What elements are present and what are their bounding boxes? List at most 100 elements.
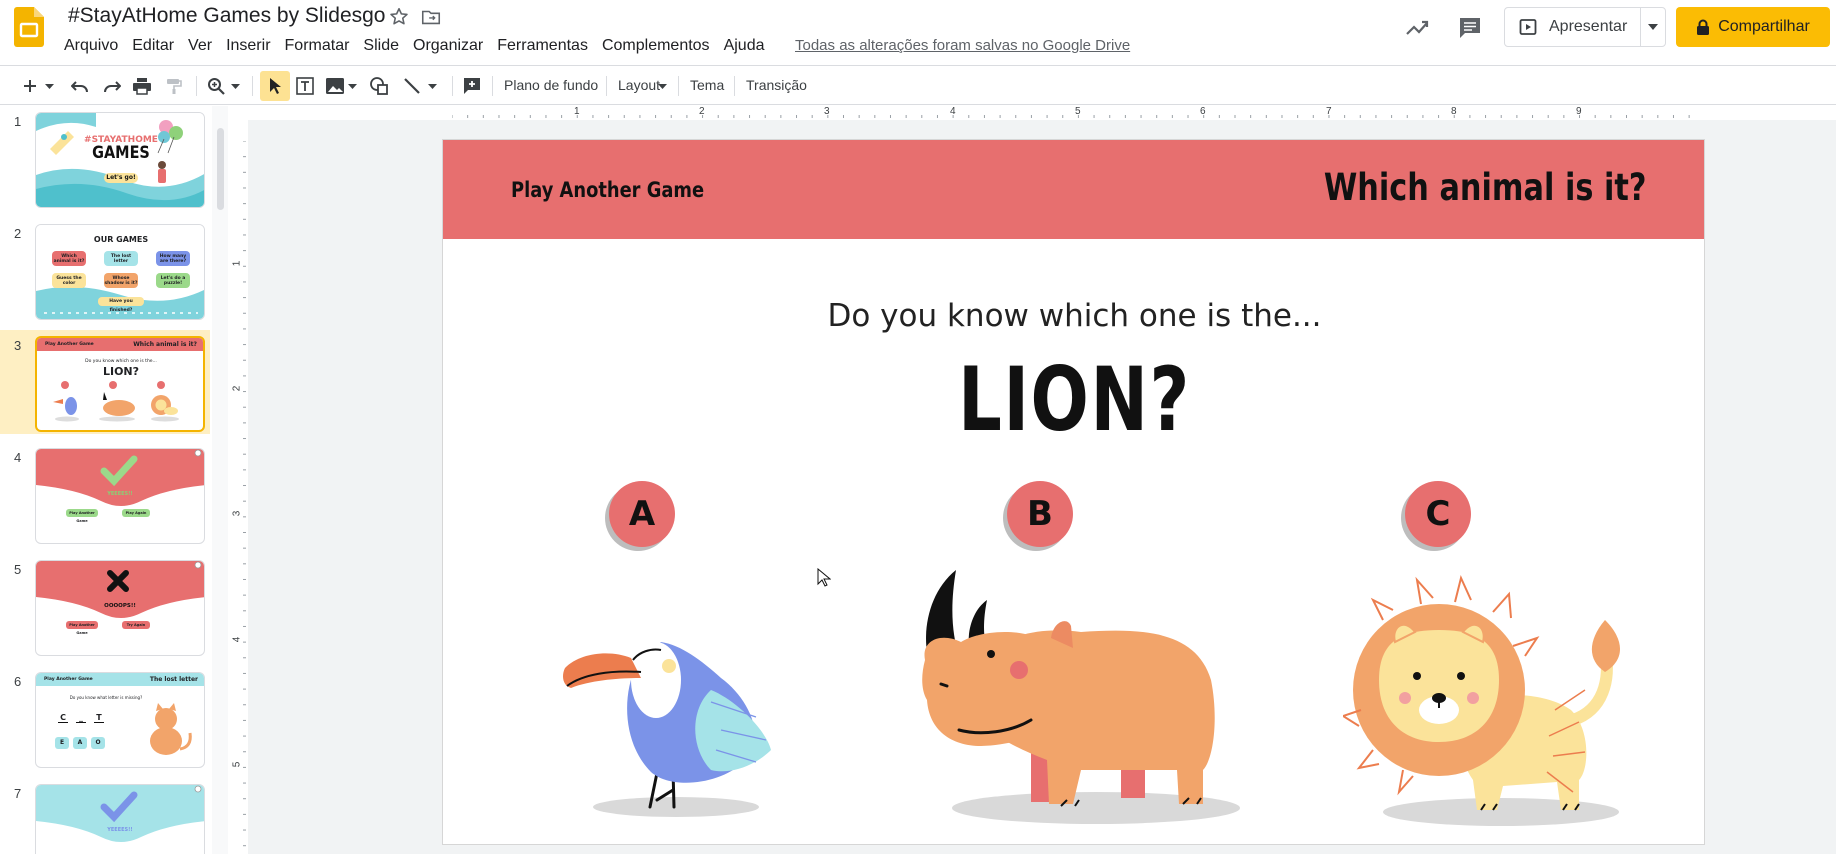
rhino-image[interactable] (921, 570, 1251, 830)
line-icon[interactable] (400, 74, 424, 98)
transition-button[interactable]: Transição (746, 77, 807, 93)
paint-format-icon[interactable] (162, 74, 186, 98)
theme-button[interactable]: Tema (690, 77, 724, 93)
print-icon[interactable] (130, 74, 154, 98)
thumb-cat (150, 703, 192, 755)
add-comment-icon[interactable] (460, 74, 484, 98)
layout-dropdown-icon[interactable] (656, 74, 668, 98)
chevron-down-icon (1648, 24, 1659, 30)
vertical-ruler[interactable] (234, 141, 248, 854)
thumb-menu-item: Guess the color (52, 273, 86, 288)
new-slide-dropdown-icon[interactable] (42, 74, 56, 98)
share-button[interactable]: Compartilhar (1676, 7, 1830, 47)
shape-icon[interactable] (367, 74, 391, 98)
slides-logo-icon[interactable] (14, 7, 44, 47)
save-status-link[interactable]: Todas as alterações foram salvas no Goog… (795, 37, 1130, 54)
question-text[interactable]: Do you know which one is the... (443, 298, 1704, 334)
menu-ver[interactable]: Ver (181, 35, 219, 57)
lion-image[interactable] (1343, 560, 1653, 830)
slide-thumbnail[interactable]: OOOOPS!! Play Another Game Try Again (35, 560, 205, 656)
undo-icon[interactable] (68, 74, 92, 98)
toolbar-divider (252, 76, 253, 96)
present-label: Apresentar (1549, 18, 1628, 35)
current-slide[interactable]: Play Another Game Which animal is it? Do… (442, 139, 1705, 845)
toolbar-divider (606, 76, 607, 96)
share-label: Compartilhar (1718, 18, 1810, 35)
slide-number: 3 (14, 338, 22, 353)
image-dropdown-icon[interactable] (345, 74, 359, 98)
toolbar-divider (678, 76, 679, 96)
image-icon[interactable] (323, 74, 347, 98)
filmstrip-slide-4[interactable]: 4 YEEEES!! Play Another Game Play Again (0, 442, 210, 546)
zoom-dropdown-icon[interactable] (228, 74, 242, 98)
thumb-result-text: OOOOPS!! (104, 603, 136, 609)
text-box-icon[interactable] (293, 74, 317, 98)
present-button[interactable]: Apresentar (1504, 7, 1666, 47)
filmstrip-slide-1[interactable]: 1 #STAYATHOME GAMES Let's go! (0, 106, 210, 210)
ruler-number: 6 (1200, 106, 1206, 117)
slide-thumbnail[interactable]: Play Another Game The lost letter Do you… (35, 672, 205, 768)
mouse-cursor-icon (817, 568, 831, 587)
present-icon (1519, 19, 1537, 35)
option-b-badge[interactable]: B (1003, 481, 1073, 551)
layout-button[interactable]: Layout (618, 77, 660, 93)
slide-number: 2 (14, 226, 22, 241)
select-arrow-icon[interactable] (263, 74, 287, 98)
present-main[interactable]: Apresentar (1505, 8, 1642, 46)
play-another-game-link[interactable]: Play Another Game (511, 178, 704, 202)
menu-arquivo[interactable]: Arquivo (57, 35, 125, 57)
filmstrip-scrollbar-thumb[interactable] (217, 128, 224, 210)
redo-icon[interactable] (100, 74, 124, 98)
thumb-start-button: Let's go! (104, 173, 138, 183)
ruler-number: 4 (950, 106, 956, 117)
toucan-image[interactable] (561, 590, 791, 820)
filmstrip-slide-2[interactable]: 2 OUR GAMES Which animal is it? The lost… (0, 218, 210, 322)
slides-editor: #StayAtHome Games by Slidesgo Arquivo Ed… (0, 0, 1836, 854)
activity-trend-icon[interactable] (1403, 14, 1431, 42)
menu-ferramentas[interactable]: Ferramentas (490, 35, 595, 57)
menu-editar[interactable]: Editar (125, 35, 181, 57)
slide-thumbnail[interactable]: OUR GAMES Which animal is it? The lost l… (35, 224, 205, 320)
ruler-number: 8 (1451, 106, 1457, 117)
star-icon[interactable] (388, 6, 410, 28)
toolbar-divider (452, 76, 453, 96)
slide-thumbnail[interactable]: YEEEES!! Play Another Game Play Again (35, 448, 205, 544)
line-dropdown-icon[interactable] (425, 74, 439, 98)
option-b-label: B (1007, 481, 1073, 547)
ruler-number: 3 (231, 510, 243, 517)
menu-ajuda[interactable]: Ajuda (717, 35, 772, 57)
slide-thumbnail-active[interactable]: Play Another Game Which animal is it? Do… (35, 336, 205, 432)
thumb-menu-item: The lost letter (104, 251, 138, 266)
toolbar: Plano de fundo Layout Tema Transição (0, 65, 1836, 105)
filmstrip-slide-6[interactable]: 6 Play Another Game The lost letter Do y… (0, 666, 210, 770)
menu-formatar[interactable]: Formatar (278, 35, 357, 57)
menu-organizar[interactable]: Organizar (406, 35, 490, 57)
filmstrip-slide-5[interactable]: 5 OOOOPS!! Play Another Game Try Again (0, 554, 210, 658)
slide-title[interactable]: Which animal is it? (1323, 166, 1646, 209)
option-c-badge[interactable]: C (1401, 481, 1471, 551)
slide-thumbnail[interactable]: YEEEES!! (35, 784, 205, 854)
menu-slide[interactable]: Slide (356, 35, 406, 57)
thumb-button: Try Again (122, 621, 150, 629)
comments-icon[interactable] (1456, 14, 1484, 42)
slide-thumbnail[interactable]: #STAYATHOME GAMES Let's go! (35, 112, 205, 208)
slide-filmstrip: 1 #STAYATHOME GAMES Let's go! 2 OUR GAME… (0, 106, 230, 854)
slide-number: 6 (14, 674, 22, 689)
thumb-menu-item: Whose shadow is it? (104, 273, 138, 288)
thumb-menu-item: Let's do a puzzle! (156, 273, 190, 288)
background-button[interactable]: Plano de fundo (504, 77, 598, 93)
filmstrip-scrollbar-track[interactable] (212, 106, 228, 854)
lock-icon (1697, 19, 1710, 35)
menu-complementos[interactable]: Complementos (595, 35, 717, 57)
move-to-folder-icon[interactable] (420, 6, 442, 28)
zoom-icon[interactable] (204, 74, 228, 98)
answer-text[interactable]: LION? (582, 348, 1567, 451)
ruler-number: 1 (574, 106, 580, 117)
menu-inserir[interactable]: Inserir (219, 35, 277, 57)
new-slide-icon[interactable] (18, 74, 42, 98)
present-dropdown[interactable] (1641, 8, 1665, 46)
option-a-badge[interactable]: A (605, 481, 675, 551)
filmstrip-slide-7[interactable]: 7 YEEEES!! (0, 778, 210, 854)
filmstrip-slide-3[interactable]: 3 Play Another Game Which animal is it? … (0, 330, 210, 434)
document-title[interactable]: #StayAtHome Games by Slidesgo (68, 4, 385, 28)
